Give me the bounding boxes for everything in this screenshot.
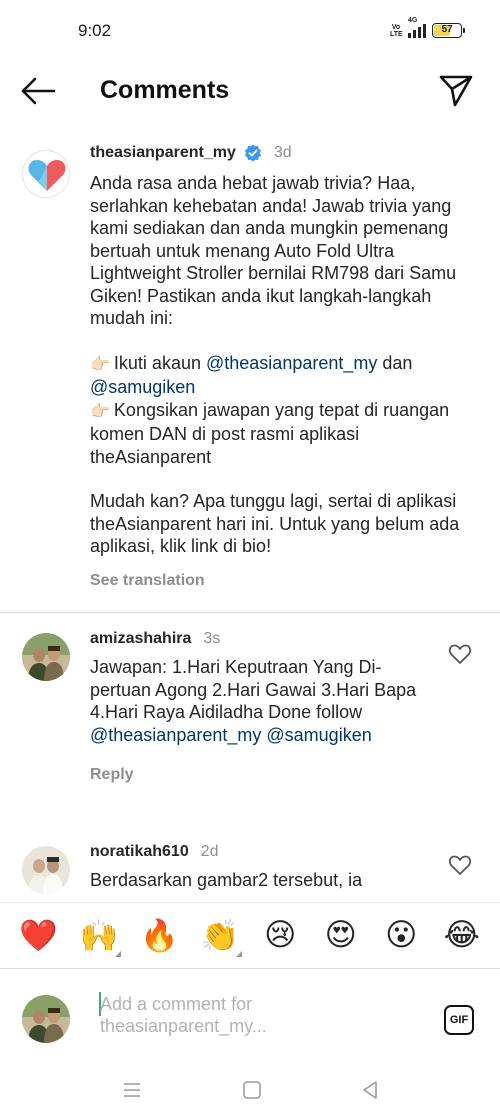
raising-hands-emoji[interactable]: 🙌 [77,913,121,957]
caption-header: theasianparent_my 3d [90,142,460,164]
battery-level: 57 [441,24,453,35]
comment-text-content: Berdasarkan gambar2 tersebut, ia [90,870,363,890]
comment-avatar[interactable] [22,846,70,894]
step1-and: dan [382,352,413,373]
system-nav-bar [0,1070,500,1117]
reply-button[interactable]: Reply [90,766,430,784]
home-icon[interactable] [240,1078,264,1102]
caption-text-outro: Mudah kan? Apa tunggu lagi, sertai di ap… [90,491,460,556]
raising-hands-glyph: 🙌 [79,917,119,953]
like-heart-icon[interactable] [448,854,472,876]
comment-body: noratikah610 2d Berdasarkan gambar2 ters… [90,841,430,892]
caption-body: theasianparent_my 3d Anda rasa anda heba… [90,142,460,590]
comment-header: noratikah610 2d [90,841,430,863]
status-time: 9:02 [78,21,112,40]
like-heart-icon[interactable] [448,643,472,665]
heart-eyes-emoji[interactable]: 😍 [319,913,363,957]
page-title: Comments [100,76,230,104]
current-user-avatar[interactable] [22,995,70,1043]
clapping-hands-emoji[interactable]: 👏 [198,913,242,957]
back-arrow-icon[interactable] [20,74,56,108]
send-icon[interactable] [438,72,474,108]
fire-emoji[interactable]: 🔥 [137,913,181,957]
step1-text: Ikuti akaun [113,352,201,373]
verified-badge-icon [244,144,261,162]
caption-step-2: 👉🏻 Kongsikan jawapan yang tepat di ruanga… [90,399,460,469]
mention-link[interactable]: @theasianparent_my [90,725,261,745]
clapping-hands-glyph: 👏 [200,917,240,953]
comment-input[interactable]: Add a comment for theasianparent_my... [100,993,400,1037]
caption-username[interactable]: theasianparent_my [90,144,236,162]
pointing-hand-icon: 👉🏻 [90,355,110,373]
comment-time: 2d [200,843,219,860]
comment-composer: Add a comment for theasianparent_my... G… [0,968,500,1070]
signal-icon: 4G [408,17,426,38]
comment-time: 3s [203,630,221,647]
menu-icon[interactable] [120,1078,144,1102]
comment-body: amizashahira 3s Jawapan: 1.Hari Keputraa… [90,628,430,784]
caption-time: 3d [273,144,292,161]
divider [0,612,500,613]
header: Comments [0,62,500,120]
surprised-face-emoji[interactable]: 😮 [379,913,423,957]
status-icons: Vo LTE 4G 57 [390,17,465,38]
comment-text-content: Jawapan: 1.Hari Keputraan Yang Di-pertua… [90,657,417,722]
tears-of-joy-emoji[interactable]: 😂 [440,913,484,957]
variant-corner-icon [235,951,242,957]
comment-item: noratikah610 2d Berdasarkan gambar2 ters… [0,841,500,902]
step2-text: Kongsikan jawapan yang tepat di ruangan … [90,399,450,467]
mention-link[interactable]: @theasianparent_my [206,353,377,373]
comment-avatar[interactable] [22,633,70,681]
user-photo-avatar [22,995,70,1043]
heart-logo-icon [28,160,66,191]
emoji-reaction-bar: ❤️ 🙌 🔥 👏 😢 😍 😮 😂 [0,902,500,968]
user-photo-avatar [22,633,70,681]
caption-avatar[interactable] [22,150,70,198]
caption-text-intro: Anda rasa anda hebat jawab trivia? Haa, … [90,173,457,328]
status-bar: 9:02 Vo LTE 4G 57 [0,0,500,62]
back-triangle-icon[interactable] [358,1078,382,1102]
crying-face-emoji[interactable]: 😢 [258,913,302,957]
variant-corner-icon [114,951,121,957]
mention-link[interactable]: @samugiken [90,377,195,397]
caption-step-1: 👉🏻 Ikuti akaun @theasianparent_my dan @sa… [90,352,460,399]
pointing-hand-icon: 👉🏻 [90,402,110,420]
network-label: 4G [408,16,418,24]
see-translation-button[interactable]: See translation [90,572,460,590]
battery-icon: 57 [432,23,465,38]
mention-link[interactable]: @samugiken [266,725,371,745]
comment-username[interactable]: amizashahira [90,630,191,648]
gif-button[interactable]: GIF [444,1005,474,1035]
red-heart-emoji[interactable]: ❤️ [16,913,60,957]
comment-text: Jawapan: 1.Hari Keputraan Yang Di-pertua… [90,656,430,746]
comment-header: amizashahira 3s [90,628,430,650]
user-photo-avatar [22,846,70,894]
volte-icon: Vo LTE [390,23,403,38]
comment-username[interactable]: noratikah610 [90,843,189,861]
